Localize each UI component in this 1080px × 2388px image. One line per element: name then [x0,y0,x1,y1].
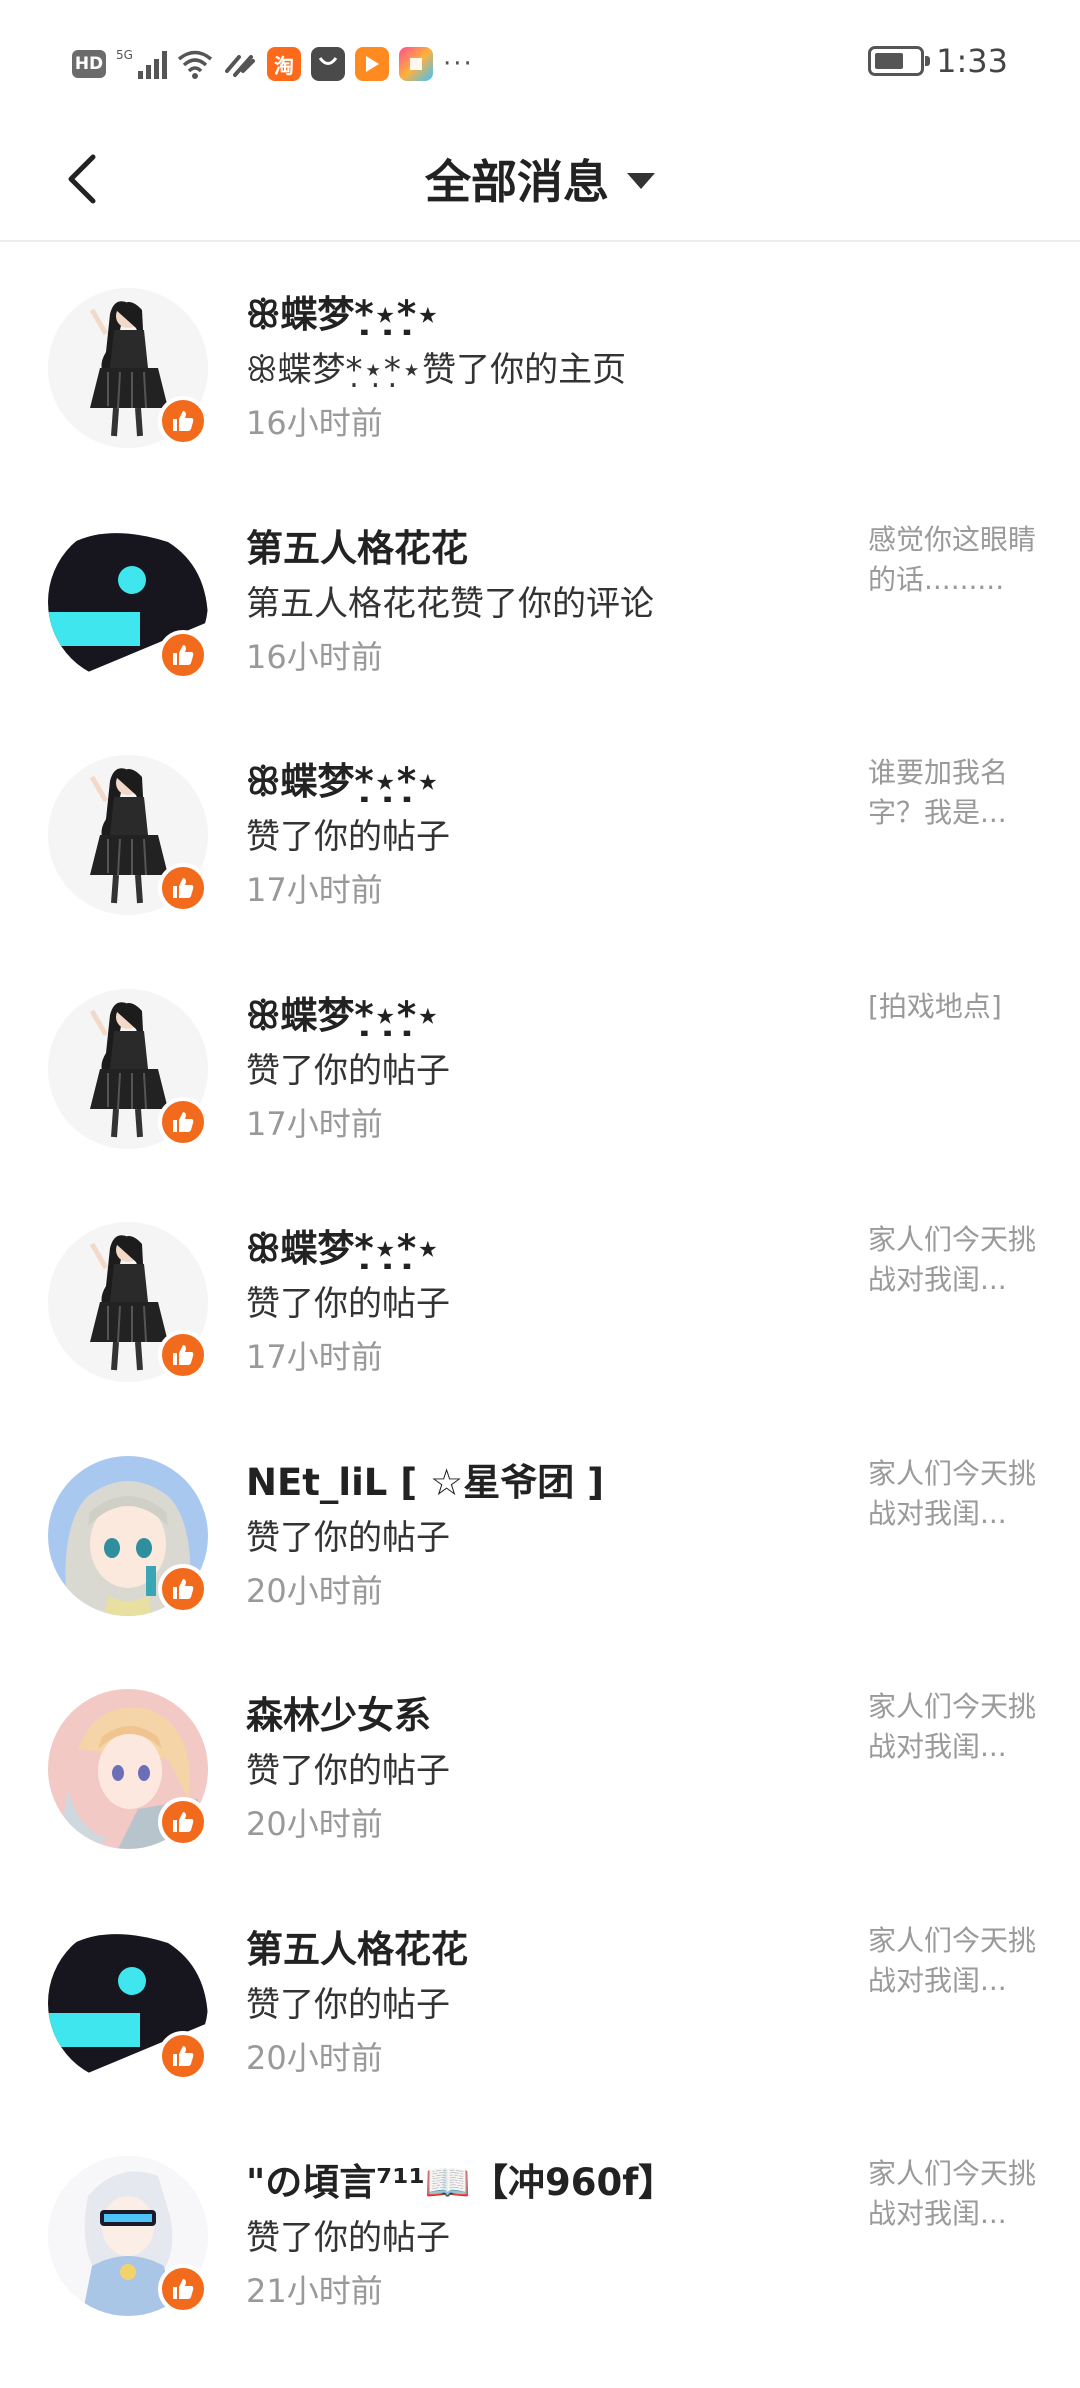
action-text: 赞了你的帖子 [246,2218,450,2258]
network-type-label: 5G [116,48,133,62]
message-item[interactable]: ꕥ蝶梦*̣⋆̣*̣⋆ 赞了你的帖子 17小时前 谁要加我名字？我是... [0,711,1080,945]
status-icons-left: HD 5G 淘 ··· [72,44,474,84]
action-text: 赞了你的帖子 [246,1751,450,1791]
link-icon [224,55,255,77]
post-snippet[interactable]: 谁要加我名字？我是... [868,753,1040,833]
timestamp: 17小时前 [246,871,383,909]
colorful-app-icon [398,47,433,81]
wifi-icon [177,50,213,79]
sender-name[interactable]: "の頃言⁷¹¹📖【冲960f】 [246,2152,675,2206]
like-badge-icon [158,629,208,680]
video-app-icon [354,47,389,81]
more-notifications-icon: ··· [442,49,474,79]
taobao-app-icon: 淘 [266,47,301,81]
action-text: 赞了你的帖子 [246,1984,450,2025]
action-text: 赞了你的帖子 [246,1284,450,1324]
like-badge-icon [158,1797,208,1847]
status-icons-right: 1:33 [868,42,1008,80]
bag-app-icon [310,47,345,81]
sender-name[interactable]: NEt_liL [ ☆星爷团 ] [246,1452,604,1506]
message-item[interactable]: NEt_liL [ ☆星爷团 ] 赞了你的帖子 20小时前 家人们今天挑战对我闺... [0,1412,1080,1646]
like-badge-icon [158,2264,208,2314]
sender-name[interactable]: 第五人格花花 [246,518,468,572]
post-snippet[interactable]: 感觉你这眼睛的话......... [868,520,1040,600]
timestamp: 21小时前 [246,2272,383,2310]
timestamp: 17小时前 [246,1104,383,1143]
clock: 1:33 [936,42,1008,80]
timestamp: 20小时前 [246,2038,383,2077]
message-filter-dropdown[interactable]: 全部消息 [0,146,1080,212]
post-snippet[interactable]: [拍戏地点] [868,987,1040,1027]
post-snippet[interactable]: 家人们今天挑战对我闺... [868,1220,1040,1300]
message-list: ꕥ蝶梦*̣⋆̣*̣⋆ ꕥ蝶梦*̣⋆̣*̣⋆赞了你的主页 16小时前 第五人格花花 第五人… [0,244,1080,2346]
timestamp: 16小时前 [246,404,383,442]
hd-icon: HD [72,50,106,78]
post-snippet[interactable]: 家人们今天挑战对我闺... [868,1687,1040,1767]
action-text: 赞了你的帖子 [246,817,450,857]
timestamp: 17小时前 [246,1338,383,1376]
message-item[interactable]: 第五人格花花赞了你的帖子 20小时前 家人们今天挑战对我闺... [0,1879,1080,2113]
caret-down-icon [627,173,655,189]
battery-icon [868,46,931,76]
status-bar: HD 5G 淘 ··· 1:33 [0,0,1080,120]
post-snippet[interactable]: 家人们今天挑战对我闺... [868,2154,1040,2234]
cellular-signal-icon: 5G [116,49,167,79]
sender-name[interactable]: ꕥ蝶梦*̣⋆̣*̣⋆ [246,284,439,338]
message-item[interactable]: "の頃言⁷¹¹📖【冲960f】赞了你的帖子 21小时前 家人们今天挑战对我闺... [0,2112,1080,2346]
action-text: ꕥ蝶梦*̣⋆̣*̣⋆赞了你的主页 [246,350,627,390]
like-badge-icon [158,396,208,446]
message-item[interactable]: 第五人格花花第五人格花花赞了你的评论 16小时前 感觉你这眼睛的话......... [0,478,1080,712]
sender-name[interactable]: ꕥ蝶梦*̣⋆̣*̣⋆ [246,751,439,805]
action-text: 第五人格花花赞了你的评论 [246,583,654,624]
action-text: 赞了你的帖子 [246,1517,450,1558]
timestamp: 20小时前 [246,1805,383,1843]
timestamp: 20小时前 [246,1571,383,1610]
sender-name[interactable]: 第五人格花花 [246,1919,468,1973]
like-badge-icon [158,1563,208,1614]
nav-bar: 全部消息 [0,120,1080,242]
like-badge-icon [158,863,208,913]
post-snippet[interactable]: 家人们今天挑战对我闺... [868,1921,1040,2001]
sender-name[interactable]: ꕥ蝶梦*̣⋆̣*̣⋆ [246,1218,439,1272]
message-item[interactable]: 森林少女系赞了你的帖子 20小时前 家人们今天挑战对我闺... [0,1645,1080,1879]
message-item[interactable]: ꕥ蝶梦*̣⋆̣*̣⋆ 赞了你的帖子 17小时前 [拍戏地点] [0,945,1080,1179]
sender-name[interactable]: ꕥ蝶梦*̣⋆̣*̣⋆ [246,985,439,1039]
like-badge-icon [158,2030,208,2081]
page-title: 全部消息 [425,155,609,209]
sender-name[interactable]: 森林少女系 [246,1685,431,1739]
action-text: 赞了你的帖子 [246,1050,450,1091]
like-badge-icon [158,1330,208,1380]
message-item[interactable]: ꕥ蝶梦*̣⋆̣*̣⋆ ꕥ蝶梦*̣⋆̣*̣⋆赞了你的主页 16小时前 [0,244,1080,478]
like-badge-icon [158,1096,208,1147]
post-snippet[interactable]: 家人们今天挑战对我闺... [868,1454,1040,1534]
timestamp: 16小时前 [246,637,383,676]
message-item[interactable]: ꕥ蝶梦*̣⋆̣*̣⋆ 赞了你的帖子 17小时前 家人们今天挑战对我闺... [0,1178,1080,1412]
